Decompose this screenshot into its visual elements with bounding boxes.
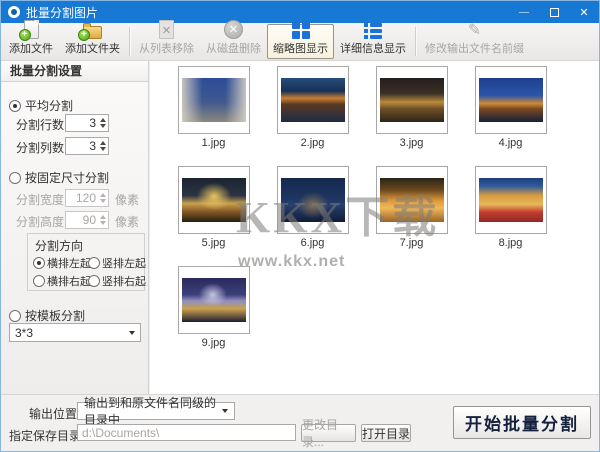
pixel-unit-label: 像素 [115, 213, 139, 230]
thumbnail-frame [475, 66, 547, 134]
thumbnail-frame [178, 66, 250, 134]
thumbnail-filename: 9.jpg [202, 337, 226, 349]
thumbnail-view-icon [292, 21, 310, 39]
stepper-arrows-icon [98, 215, 108, 225]
split-cols-stepper[interactable]: 3 [65, 137, 109, 155]
split-rows-stepper[interactable]: 3 [65, 114, 109, 132]
save-dir-label: 指定保存目录: [9, 427, 84, 444]
open-dir-button[interactable]: 打开目录 [361, 424, 411, 442]
split-height-row: 分割高度: [16, 213, 67, 230]
split-rows-row: 分割行数: [16, 116, 67, 133]
file-thumbnail[interactable]: 8.jpg [461, 164, 560, 264]
split-cols-row: 分割列数: [16, 139, 67, 156]
delete-from-disk-icon: ✕ [224, 20, 243, 39]
remove-from-list-button[interactable]: ✕ 从列表移除 [133, 24, 200, 59]
thumbnail-filename: 1.jpg [202, 137, 226, 149]
thumbnail-filename: 8.jpg [499, 237, 523, 249]
window-title: 批量分割图片 [26, 4, 98, 21]
toolbar-separator [129, 27, 130, 56]
output-bar: 输出位置: 输出到和原文件名同级的目录中 指定保存目录: d:\Document… [1, 394, 599, 452]
template-select[interactable]: 3*3 [9, 323, 141, 342]
add-file-button[interactable]: + 添加文件 [3, 24, 59, 59]
direction-horizontal-left-radio[interactable]: 横排左起 [33, 255, 91, 271]
direction-vertical-right-radio[interactable]: 竖排右起 [88, 273, 146, 289]
close-button[interactable]: ✕ [569, 1, 599, 23]
thumbnail-image [479, 178, 543, 222]
app-icon [8, 6, 20, 18]
settings-panel-header: 批量分割设置 [1, 61, 148, 82]
app-window: 批量分割图片 ✕ + 添加文件 + 添加文件夹 ✕ 从列表移除 [0, 0, 600, 452]
detail-view-button[interactable]: 详细信息显示 [334, 24, 412, 59]
thumbnail-image [182, 78, 246, 122]
radio-icon [33, 257, 45, 269]
thumbnail-filename: 5.jpg [202, 237, 226, 249]
thumbnail-image [479, 78, 543, 122]
start-batch-split-button[interactable]: 开始批量分割 [453, 406, 591, 439]
rename-prefix-button[interactable]: ✎ 修改输出文件名前缀 [419, 24, 530, 59]
file-thumbnail[interactable]: 9.jpg [164, 264, 263, 364]
split-width-row: 分割宽度: [16, 191, 67, 208]
rename-prefix-icon: ✎ [468, 23, 481, 39]
file-thumbnail[interactable]: 1.jpg [164, 64, 263, 164]
chevron-down-icon [222, 409, 228, 413]
thumbnail-image [182, 278, 246, 322]
window-controls: ✕ [509, 1, 599, 23]
thumbnail-filename: 3.jpg [400, 137, 424, 149]
radio-icon [88, 257, 100, 269]
thumbnail-view-button[interactable]: 缩略图显示 [267, 24, 334, 59]
thumbnail-filename: 2.jpg [301, 137, 325, 149]
radio-icon [9, 172, 21, 184]
split-direction-label: 分割方向 [35, 237, 83, 254]
direction-horizontal-right-radio[interactable]: 横排右起 [33, 273, 91, 289]
radio-icon [88, 275, 100, 287]
change-dir-button[interactable]: 更改目录... [301, 424, 356, 442]
maximize-button[interactable] [539, 1, 569, 23]
settings-panel: 批量分割设置 平均分割 分割行数: 3 分割列数: 3 按固定尺寸分割 分割宽度… [1, 61, 149, 394]
template-split-radio[interactable]: 按模板分割 [9, 307, 85, 324]
thumbnail-image [281, 78, 345, 122]
save-dir-input[interactable]: d:\Documents\ [77, 424, 296, 441]
toolbar-separator [415, 27, 416, 56]
watermark-url: www.kkx.net [238, 253, 345, 271]
stepper-arrows-icon[interactable] [98, 118, 108, 128]
watermark-logo: KKX下载 [236, 181, 439, 245]
minimize-button[interactable] [509, 1, 539, 23]
thumbnail-frame [475, 166, 547, 234]
file-thumbnail[interactable]: 2.jpg [263, 64, 362, 164]
direction-vertical-left-radio[interactable]: 竖排左起 [88, 255, 146, 271]
fixed-size-split-radio[interactable]: 按固定尺寸分割 [9, 169, 109, 186]
thumbnail-frame [277, 66, 349, 134]
chevron-down-icon [129, 331, 135, 335]
thumbnail-image [380, 78, 444, 122]
pixel-unit-label: 像素 [115, 191, 139, 208]
output-location-label: 输出位置: [29, 405, 80, 422]
average-split-radio[interactable]: 平均分割 [9, 97, 73, 114]
radio-icon [9, 100, 21, 112]
toolbar: + 添加文件 + 添加文件夹 ✕ 从列表移除 ✕ 从磁盘删除 [1, 23, 599, 61]
radio-icon [33, 275, 45, 287]
output-location-select[interactable]: 输出到和原文件名同级的目录中 [77, 402, 235, 420]
radio-icon [9, 310, 21, 322]
thumbnail-frame [376, 66, 448, 134]
split-width-stepper: 120 [65, 189, 109, 207]
thumbnail-filename: 4.jpg [499, 137, 523, 149]
split-height-stepper: 90 [65, 211, 109, 229]
detail-view-icon [364, 23, 382, 39]
add-folder-button[interactable]: + 添加文件夹 [59, 24, 126, 59]
split-direction-group: 分割方向 横排左起 竖排左起 横排右起 竖排右起 [27, 233, 145, 291]
file-list-area: 1.jpg 2.jpg 3.jpg 4.jpg 5.jpg 6.jpg [150, 61, 600, 394]
file-thumbnail[interactable]: 3.jpg [362, 64, 461, 164]
stepper-arrows-icon[interactable] [98, 141, 108, 151]
add-folder-icon: + [83, 20, 102, 39]
delete-from-disk-button[interactable]: ✕ 从磁盘删除 [200, 24, 267, 59]
thumbnail-frame [178, 266, 250, 334]
remove-from-list-icon: ✕ [159, 20, 174, 39]
add-file-icon: + [24, 20, 39, 39]
file-thumbnail[interactable]: 4.jpg [461, 64, 560, 164]
stepper-arrows-icon [98, 193, 108, 203]
